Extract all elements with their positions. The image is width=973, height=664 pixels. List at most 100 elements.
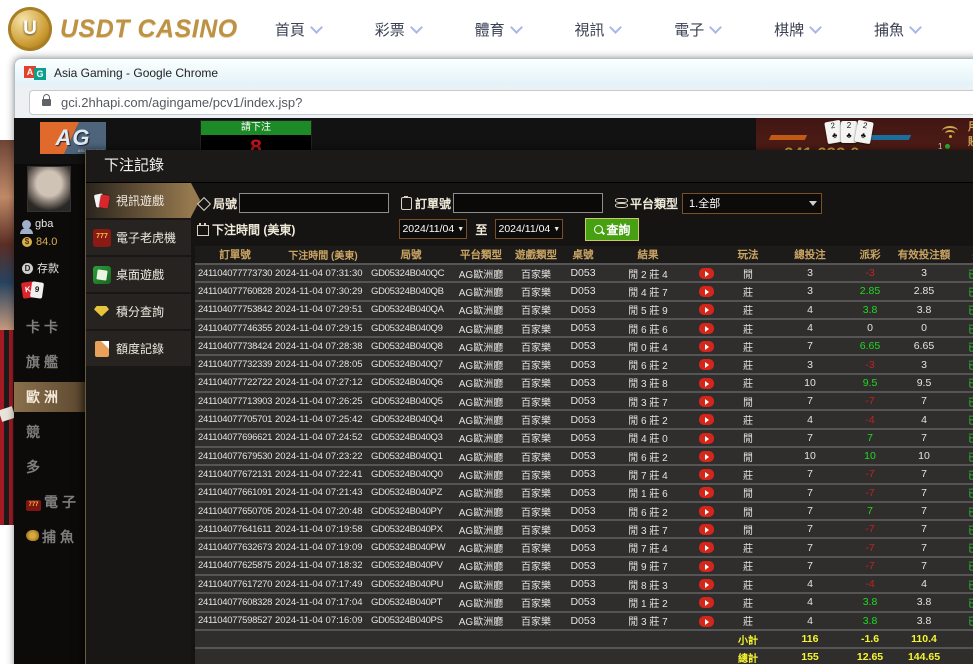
- play-video-icon[interactable]: [699, 469, 714, 480]
- play-video-icon[interactable]: [699, 616, 714, 627]
- cell: 閒: [721, 522, 775, 537]
- cell: -4: [845, 414, 895, 426]
- platform-select[interactable]: 1.全部: [682, 193, 822, 214]
- play-video-icon[interactable]: [699, 506, 714, 517]
- cell: 4: [775, 578, 845, 590]
- cell: 已派彩: [953, 394, 973, 409]
- cell: GD05324B040PT: [371, 597, 451, 608]
- sidebar-item-額度記錄[interactable]: 額度記錄: [86, 331, 191, 366]
- cell: 4: [895, 414, 953, 426]
- video-category-row[interactable]: K 9: [22, 282, 43, 298]
- nav-item-視訊[interactable]: 視訊: [574, 19, 620, 40]
- cell: 閒: [721, 430, 775, 445]
- cell: 3.8: [845, 304, 895, 316]
- cell: 閒: [721, 266, 775, 281]
- date-to-picker[interactable]: 2024/11/04▼: [495, 219, 563, 239]
- records-sidebar: 視訊遊戲電子老虎機桌面遊戲積分查詢額度記錄: [86, 183, 191, 664]
- cell: 2024-11-04 07:31:30: [275, 268, 371, 279]
- sidebar-item-電子老虎機[interactable]: 電子老虎機: [86, 220, 191, 255]
- table-row: 2411040777139032024-11-04 07:26:25GD0532…: [195, 391, 973, 409]
- round-input[interactable]: [239, 193, 389, 213]
- cell: AG歐洲廳: [451, 284, 511, 299]
- cell: GD05324B040QA: [371, 304, 451, 315]
- play-video-icon[interactable]: [699, 451, 714, 462]
- cell: D053: [561, 523, 605, 535]
- cell: 241104077753842: [195, 304, 275, 315]
- nav-item-彩票[interactable]: 彩票: [375, 19, 421, 40]
- chrome-titlebar[interactable]: AG Asia Gaming - Google Chrome: [14, 58, 973, 86]
- table-row: 2411040776507052024-11-04 07:20:48GD0532…: [195, 501, 973, 519]
- cell: 155: [775, 651, 845, 663]
- play-video-icon[interactable]: [699, 341, 714, 352]
- play-video-icon[interactable]: [699, 542, 714, 553]
- play-video-icon[interactable]: [699, 396, 714, 407]
- chevron-down-icon: [610, 21, 623, 34]
- chevron-down-icon: [809, 201, 817, 210]
- cell: 小計: [721, 632, 775, 647]
- play-video-icon[interactable]: [699, 378, 714, 389]
- ag-menu-item-多[interactable]: 多: [14, 452, 85, 482]
- play-video-icon[interactable]: [699, 359, 714, 370]
- col-header: 訂單號: [195, 247, 275, 262]
- play-video-icon[interactable]: [699, 323, 714, 334]
- cell: 7: [895, 523, 953, 535]
- ag-menu-item-歐洲[interactable]: 歐洲: [14, 382, 85, 412]
- cell: AG歐洲廳: [451, 613, 511, 628]
- cell: 241104077641611: [195, 524, 275, 535]
- cell: GD05324B040PU: [371, 579, 451, 590]
- cell: -7: [845, 395, 895, 407]
- slot-777-icon: 777: [26, 500, 41, 511]
- order-input[interactable]: [453, 193, 603, 213]
- col-header: 結果: [605, 247, 691, 262]
- play-video-icon[interactable]: [699, 597, 714, 608]
- sidebar-item-積分查詢[interactable]: 積分查詢: [86, 294, 191, 329]
- play-video-icon[interactable]: [699, 286, 714, 297]
- nav-item-棋牌[interactable]: 棋牌: [774, 19, 820, 40]
- cell: 7: [895, 505, 953, 517]
- cell: 241104077608328: [195, 597, 275, 608]
- cell: 6.65: [895, 340, 953, 352]
- date-from-picker[interactable]: 2024/11/04▼: [399, 219, 467, 239]
- play-video-icon[interactable]: [699, 268, 714, 279]
- play-video-icon[interactable]: [699, 579, 714, 590]
- cell: AG歐洲廳: [451, 522, 511, 537]
- search-button[interactable]: 查詢: [585, 218, 639, 241]
- nav-item-電子[interactable]: 電子: [674, 19, 720, 40]
- play-video-icon[interactable]: [699, 561, 714, 572]
- site-brand[interactable]: U USDT CASINO: [0, 7, 248, 51]
- cell: 已派彩: [953, 302, 973, 317]
- cell: 2024-11-04 07:19:58: [275, 524, 371, 535]
- deposit-button[interactable]: D 存款: [22, 260, 59, 276]
- nav-item-體育[interactable]: 體育: [475, 19, 521, 40]
- cell: 莊: [721, 540, 775, 555]
- cell: 莊: [721, 577, 775, 592]
- cell: 3: [775, 359, 845, 371]
- play-video-icon[interactable]: [699, 414, 714, 425]
- play-video-icon[interactable]: [699, 433, 714, 444]
- cell: 已派彩: [953, 467, 973, 482]
- cell: D053: [561, 285, 605, 297]
- cell: 閒 2 莊 4: [605, 266, 691, 281]
- cell: AG歐洲廳: [451, 321, 511, 336]
- nav-item-捕魚[interactable]: 捕魚: [874, 19, 920, 40]
- play-video-icon[interactable]: [699, 304, 714, 315]
- records-content: 局號 訂單號 平台類型 1.全部: [191, 183, 973, 664]
- ag-menu-item-電子[interactable]: 777電子: [14, 487, 85, 517]
- chevron-down-icon: [310, 21, 323, 34]
- cell: 241104077625875: [195, 560, 275, 571]
- cell: 7: [775, 432, 845, 444]
- sidebar-item-桌面遊戲[interactable]: 桌面遊戲: [86, 257, 191, 292]
- cell: 7: [775, 505, 845, 517]
- ag-menu-item-捕魚[interactable]: 捕魚: [14, 522, 85, 552]
- ag-menu-item-旗艦[interactable]: 旗艦: [14, 347, 85, 377]
- cell: D053: [561, 615, 605, 627]
- play-video-icon[interactable]: [699, 487, 714, 498]
- cell: GD05324B040QB: [371, 286, 451, 297]
- ag-menu-item-卡卡[interactable]: 卡卡: [14, 312, 85, 342]
- address-bar[interactable]: gci.2hhapi.com/agingame/pcv1/index.jsp?: [29, 90, 973, 115]
- nav-item-首頁[interactable]: 首頁: [275, 19, 321, 40]
- platform-label: 平台類型: [630, 195, 678, 212]
- ag-menu-item-競[interactable]: 競: [14, 417, 85, 447]
- sidebar-item-視訊遊戲[interactable]: 視訊遊戲: [86, 183, 191, 218]
- play-video-icon[interactable]: [699, 524, 714, 535]
